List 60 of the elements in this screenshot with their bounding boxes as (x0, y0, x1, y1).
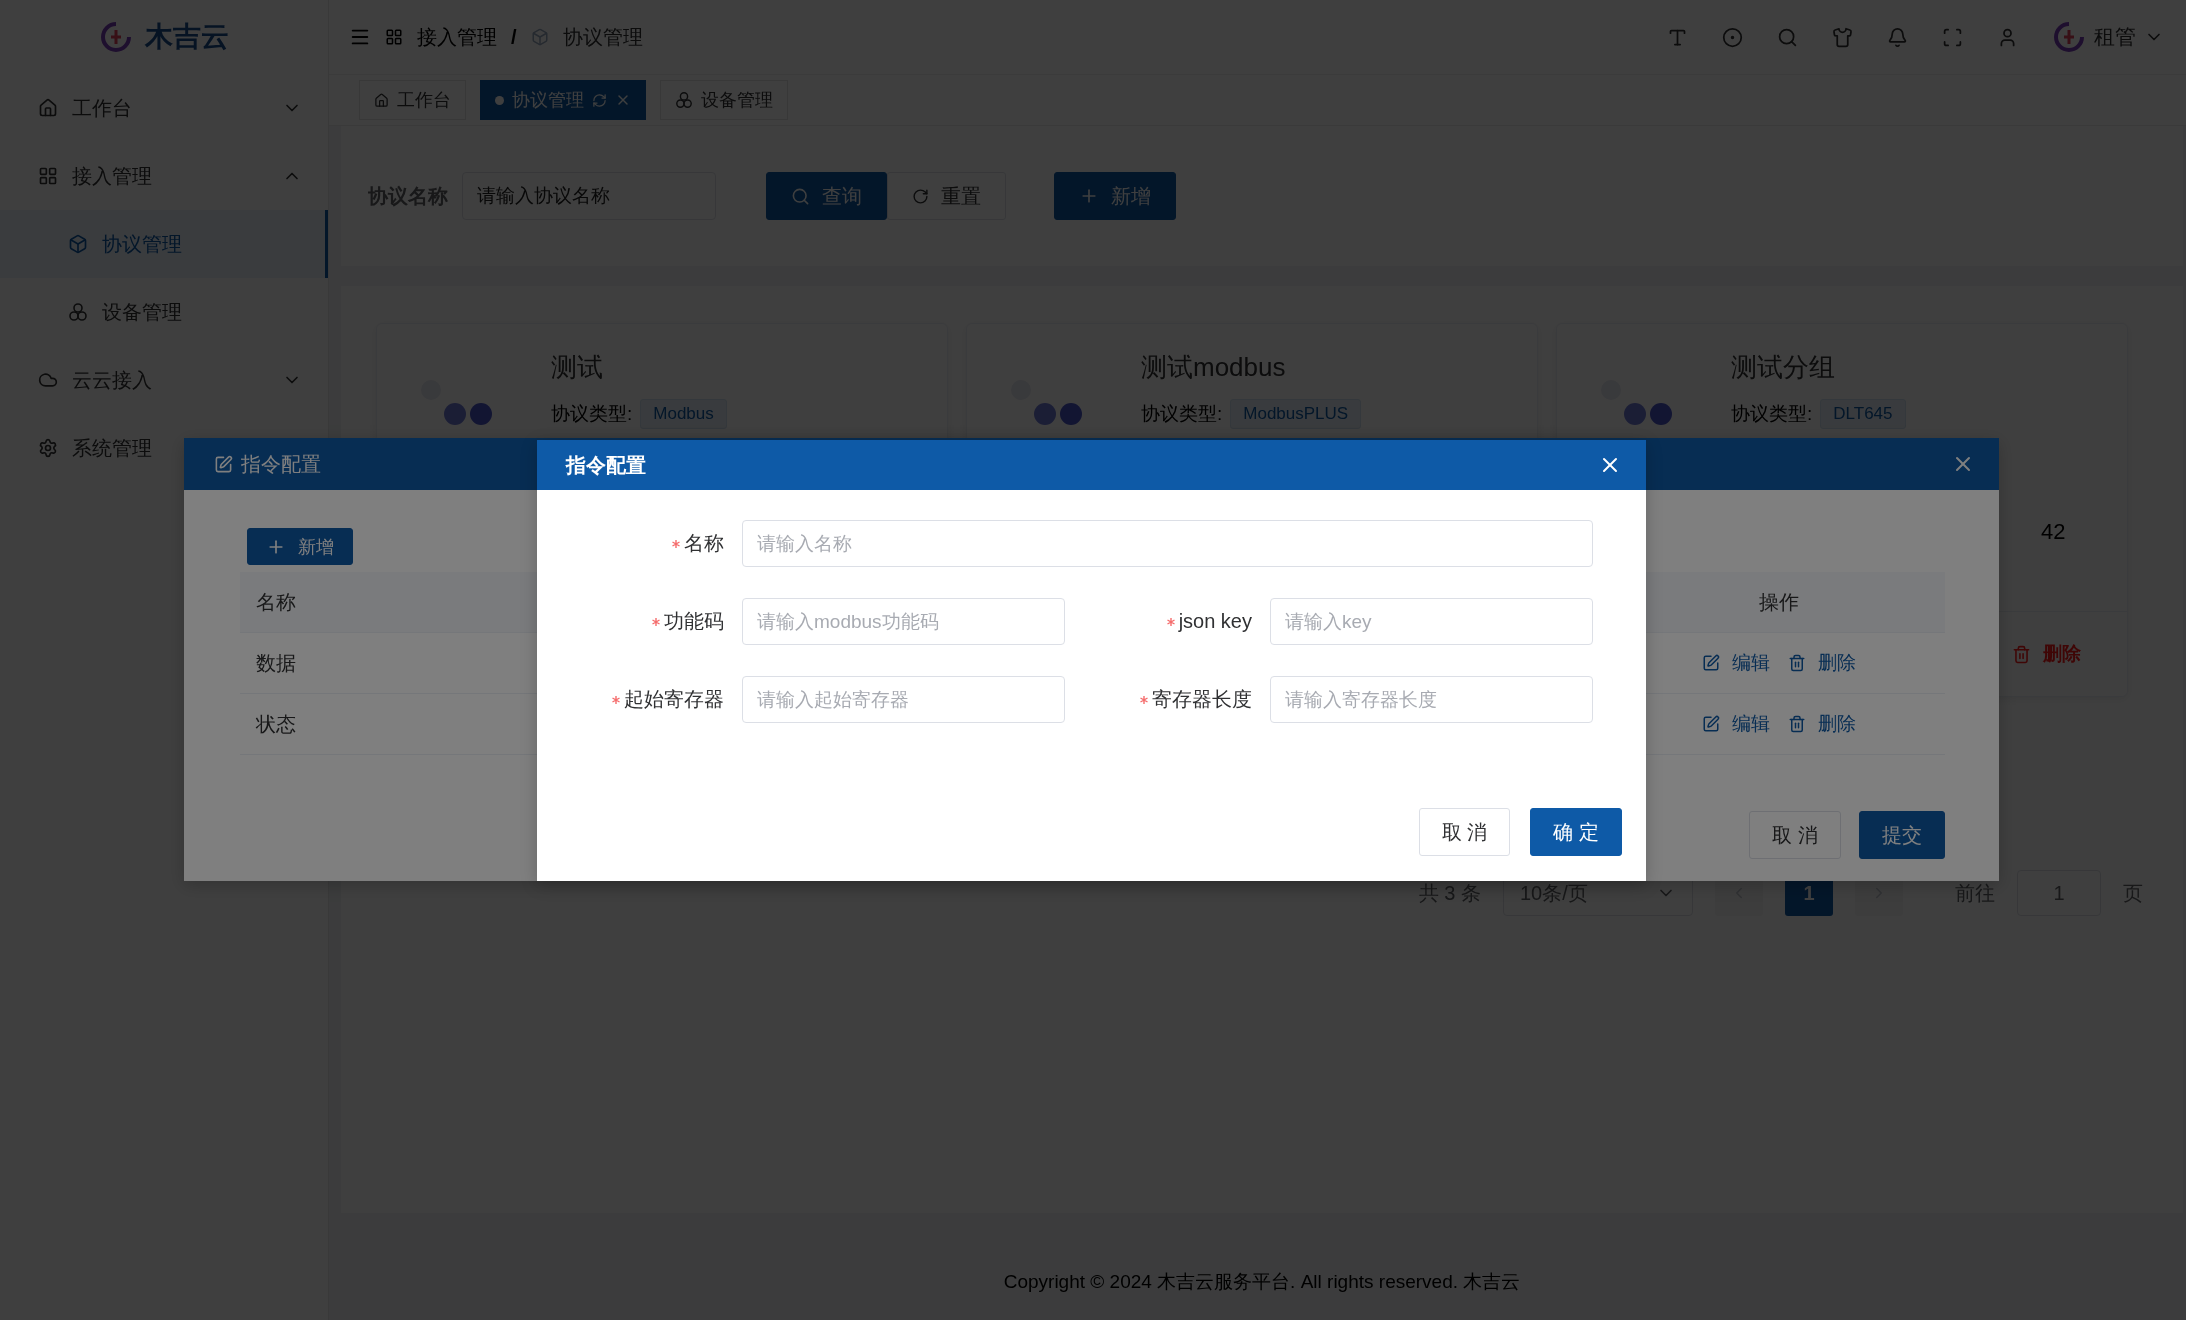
input-field[interactable]: 请输入起始寄存器 (742, 676, 1065, 723)
edit-icon (214, 454, 233, 474)
field-label: json key (1178, 610, 1252, 633)
input-field[interactable]: 请输入寄存器长度 (1270, 676, 1593, 723)
shirt-icon[interactable] (1832, 26, 1853, 48)
breadcrumb-separator: / (511, 25, 517, 49)
target-icon[interactable] (1722, 26, 1743, 48)
input-field[interactable]: 请输入名称 (742, 520, 1593, 567)
edit-link[interactable]: 编辑 (1702, 650, 1770, 676)
bell-icon[interactable] (1887, 26, 1908, 48)
type-label: 协议类型: (551, 402, 633, 426)
table-cell-text: 数据 (256, 650, 296, 676)
breadcrumb-item[interactable]: 接入管理 (417, 23, 497, 51)
field-label: 功能码 (664, 609, 724, 634)
grid-icon (385, 28, 403, 46)
field-label: 名称 (684, 531, 724, 556)
submit-button[interactable]: 提交 (1859, 811, 1945, 859)
edit-link[interactable]: 编辑 (1702, 711, 1770, 737)
column-header: 操作 (1759, 589, 1799, 615)
confirm-button[interactable]: 确 定 (1530, 808, 1622, 856)
home-icon (374, 92, 389, 108)
edit-icon (1702, 654, 1720, 672)
table-cell-text: 状态 (256, 711, 296, 737)
cancel-button[interactable]: 取 消 (1749, 811, 1841, 859)
delete-link[interactable]: 删除 (1788, 711, 1856, 737)
input-field[interactable]: 请输入modbus功能码 (742, 598, 1065, 645)
cube-icon (68, 234, 88, 254)
card-detail-text: 42 (2041, 519, 2066, 545)
active-dot-icon (495, 95, 504, 105)
home-icon (38, 98, 58, 118)
column-header: 名称 (256, 589, 296, 615)
logo-text: 木吉云 (145, 20, 229, 54)
three-circles-icon (68, 302, 88, 322)
cancel-button[interactable]: 取 消 (1418, 808, 1511, 856)
search-icon[interactable] (1777, 26, 1798, 48)
add-button[interactable]: 新增 (247, 528, 353, 565)
cube-icon (530, 28, 549, 46)
delete-link[interactable]: 删除 (1788, 650, 1856, 676)
field-label: 寄存器长度 (1152, 687, 1252, 712)
dialog-title: 指令配置 (566, 452, 646, 478)
type-label: 协议类型: (1141, 402, 1223, 426)
logo-icon (99, 20, 133, 54)
input-field[interactable]: 请输入key (1270, 598, 1593, 645)
edit-icon (1702, 715, 1720, 733)
dialog-title: 指令配置 (241, 451, 321, 477)
trash-icon (1788, 715, 1806, 733)
copyright-text: Copyright © 2024 木吉云服务平台. All rights reserved. 木吉云 (1003, 1269, 1521, 1294)
search-icon (791, 186, 810, 206)
fullscreen-icon[interactable] (1942, 26, 1963, 48)
logo-icon (2052, 20, 2086, 54)
cloud-icon (38, 370, 58, 390)
type-label: 协议类型: (1731, 402, 1813, 426)
settings-icon (38, 438, 58, 458)
three-circles-icon (675, 91, 693, 109)
reset-icon (912, 187, 929, 205)
refresh-icon (592, 92, 607, 108)
trash-icon (2012, 644, 2031, 664)
field-label: 起始寄存器 (624, 687, 724, 712)
trash-icon (1788, 654, 1806, 672)
grid-icon (38, 166, 58, 186)
